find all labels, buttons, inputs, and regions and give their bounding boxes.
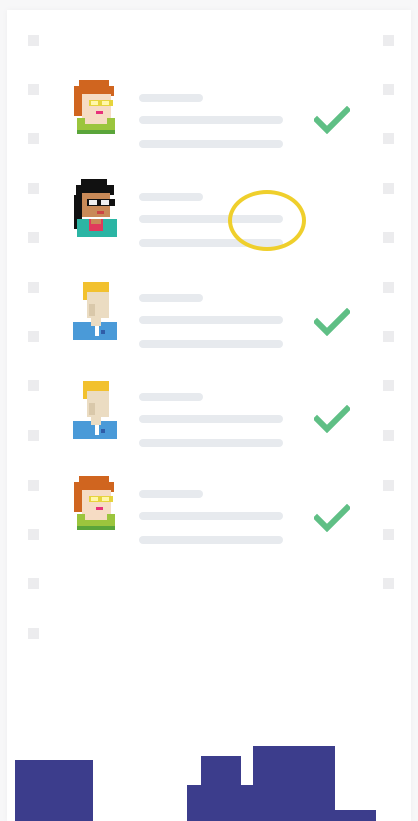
black-hair-woman-glasses-avatar [71,179,121,243]
skeleton-line [139,316,283,324]
redhead-woman-glasses-avatar [71,474,121,538]
check-icon [312,404,352,434]
check-icon [312,105,352,135]
perforation-dot [28,578,39,589]
list-item[interactable] [7,78,411,148]
check-icon [312,503,352,533]
blond-man-avatar [71,280,121,344]
skeleton-title [139,490,203,498]
skeleton-title [139,193,203,201]
skeleton-title [139,294,203,302]
check-icon [312,307,352,337]
blond-man-avatar [71,379,121,443]
skeleton-line [139,140,283,148]
skeleton-title [139,94,203,102]
skeleton-line [139,340,283,348]
perforation-dot [28,628,39,639]
perforation-dot [383,578,394,589]
list-item[interactable] [7,474,411,544]
list-item[interactable] [7,179,411,249]
perforation-dot [383,35,394,46]
skyline-building [333,810,376,821]
skeleton-line [139,116,283,124]
redhead-woman-glasses-avatar [71,78,121,142]
highlight-circle-icon [228,190,306,251]
skeleton-line [139,439,283,447]
skyline-building [15,760,93,821]
skyline-building [253,746,335,821]
skeleton-line [139,512,283,520]
list-item[interactable] [7,280,411,350]
skeleton-line [139,415,283,423]
skeleton-title [139,393,203,401]
perforation-dot [28,35,39,46]
ticket-card [7,10,411,821]
list-item[interactable] [7,379,411,449]
skyline-building [201,756,241,821]
skeleton-line [139,536,283,544]
